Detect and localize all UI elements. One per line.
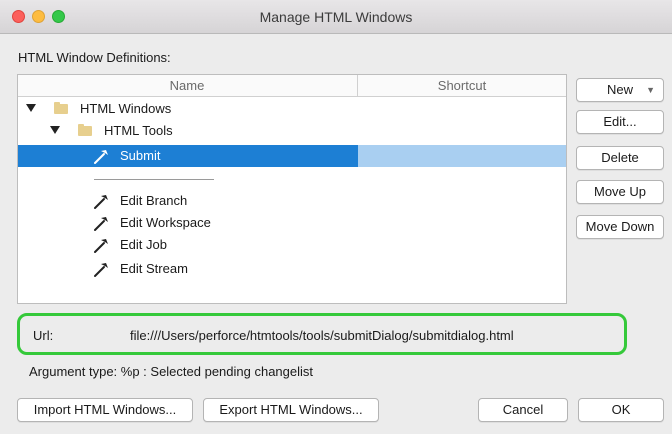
title-bar: Manage HTML Windows	[0, 0, 672, 34]
shortcut-cell[interactable]	[358, 145, 566, 167]
column-header-shortcut[interactable]: Shortcut	[358, 78, 566, 93]
window-title: Manage HTML Windows	[259, 9, 413, 25]
tree-row-edit-workspace[interactable]: Edit Workspace	[18, 212, 566, 234]
hammer-icon	[94, 263, 108, 277]
tree-row-label: Edit Stream	[120, 261, 188, 276]
url-value: file:///Users/perforce/htmtools/tools/su…	[130, 328, 514, 343]
tree-row-html-tools[interactable]: HTML Tools	[18, 120, 566, 142]
tree-row-label: Edit Branch	[120, 193, 188, 208]
url-highlight-box: Url: file:///Users/perforce/htmtools/too…	[17, 313, 627, 355]
hammer-icon	[94, 150, 108, 164]
folder-icon	[54, 102, 68, 114]
tree-row-label: Edit Workspace	[120, 215, 211, 230]
edit-button[interactable]: Edit...	[576, 110, 664, 134]
disclosure-triangle-icon[interactable]	[26, 104, 36, 112]
new-button[interactable]: New ▼	[576, 78, 664, 102]
tree-row-edit-branch[interactable]: Edit Branch	[18, 190, 566, 212]
tree-row-edit-stream[interactable]: Edit Stream	[18, 258, 566, 280]
tree-header: Name Shortcut	[18, 75, 566, 97]
url-label: Url:	[33, 328, 54, 343]
move-down-button[interactable]: Move Down	[576, 215, 664, 239]
move-up-button[interactable]: Move Up	[576, 180, 664, 204]
tree-row-edit-job[interactable]: Edit Job	[18, 234, 566, 256]
tree-row-label: Submit	[120, 148, 161, 163]
import-html-windows-button[interactable]: Import HTML Windows...	[17, 398, 193, 422]
ok-button[interactable]: OK	[578, 398, 664, 422]
disclosure-triangle-icon[interactable]	[50, 126, 60, 134]
cancel-button[interactable]: Cancel	[478, 398, 568, 422]
argument-type-text: Argument type: %p : Selected pending cha…	[29, 364, 314, 379]
tree-row-label: HTML Tools	[104, 123, 173, 138]
hammer-icon	[94, 195, 108, 209]
tree-row-label: HTML Windows	[80, 101, 172, 116]
definitions-tree[interactable]: Name Shortcut HTML Windows HTML Tools Su…	[17, 74, 567, 304]
manage-html-windows-dialog: Manage HTML Windows HTML Window Definiti…	[0, 0, 672, 434]
selection-highlight	[18, 145, 358, 167]
tree-row-submit[interactable]: Submit	[18, 145, 566, 167]
delete-button[interactable]: Delete	[576, 146, 664, 170]
tree-row-html-windows[interactable]: HTML Windows	[18, 98, 566, 120]
tree-separator	[94, 179, 214, 180]
export-html-windows-button[interactable]: Export HTML Windows...	[203, 398, 379, 422]
new-button-label: New	[606, 82, 633, 97]
hammer-icon	[94, 217, 108, 231]
tree-row-label: Edit Job	[120, 237, 167, 252]
chevron-down-icon: ▼	[646, 85, 655, 95]
folder-icon	[78, 124, 92, 136]
hammer-icon	[94, 239, 108, 253]
column-header-name[interactable]: Name	[18, 78, 356, 93]
definitions-label: HTML Window Definitions:	[18, 50, 171, 65]
